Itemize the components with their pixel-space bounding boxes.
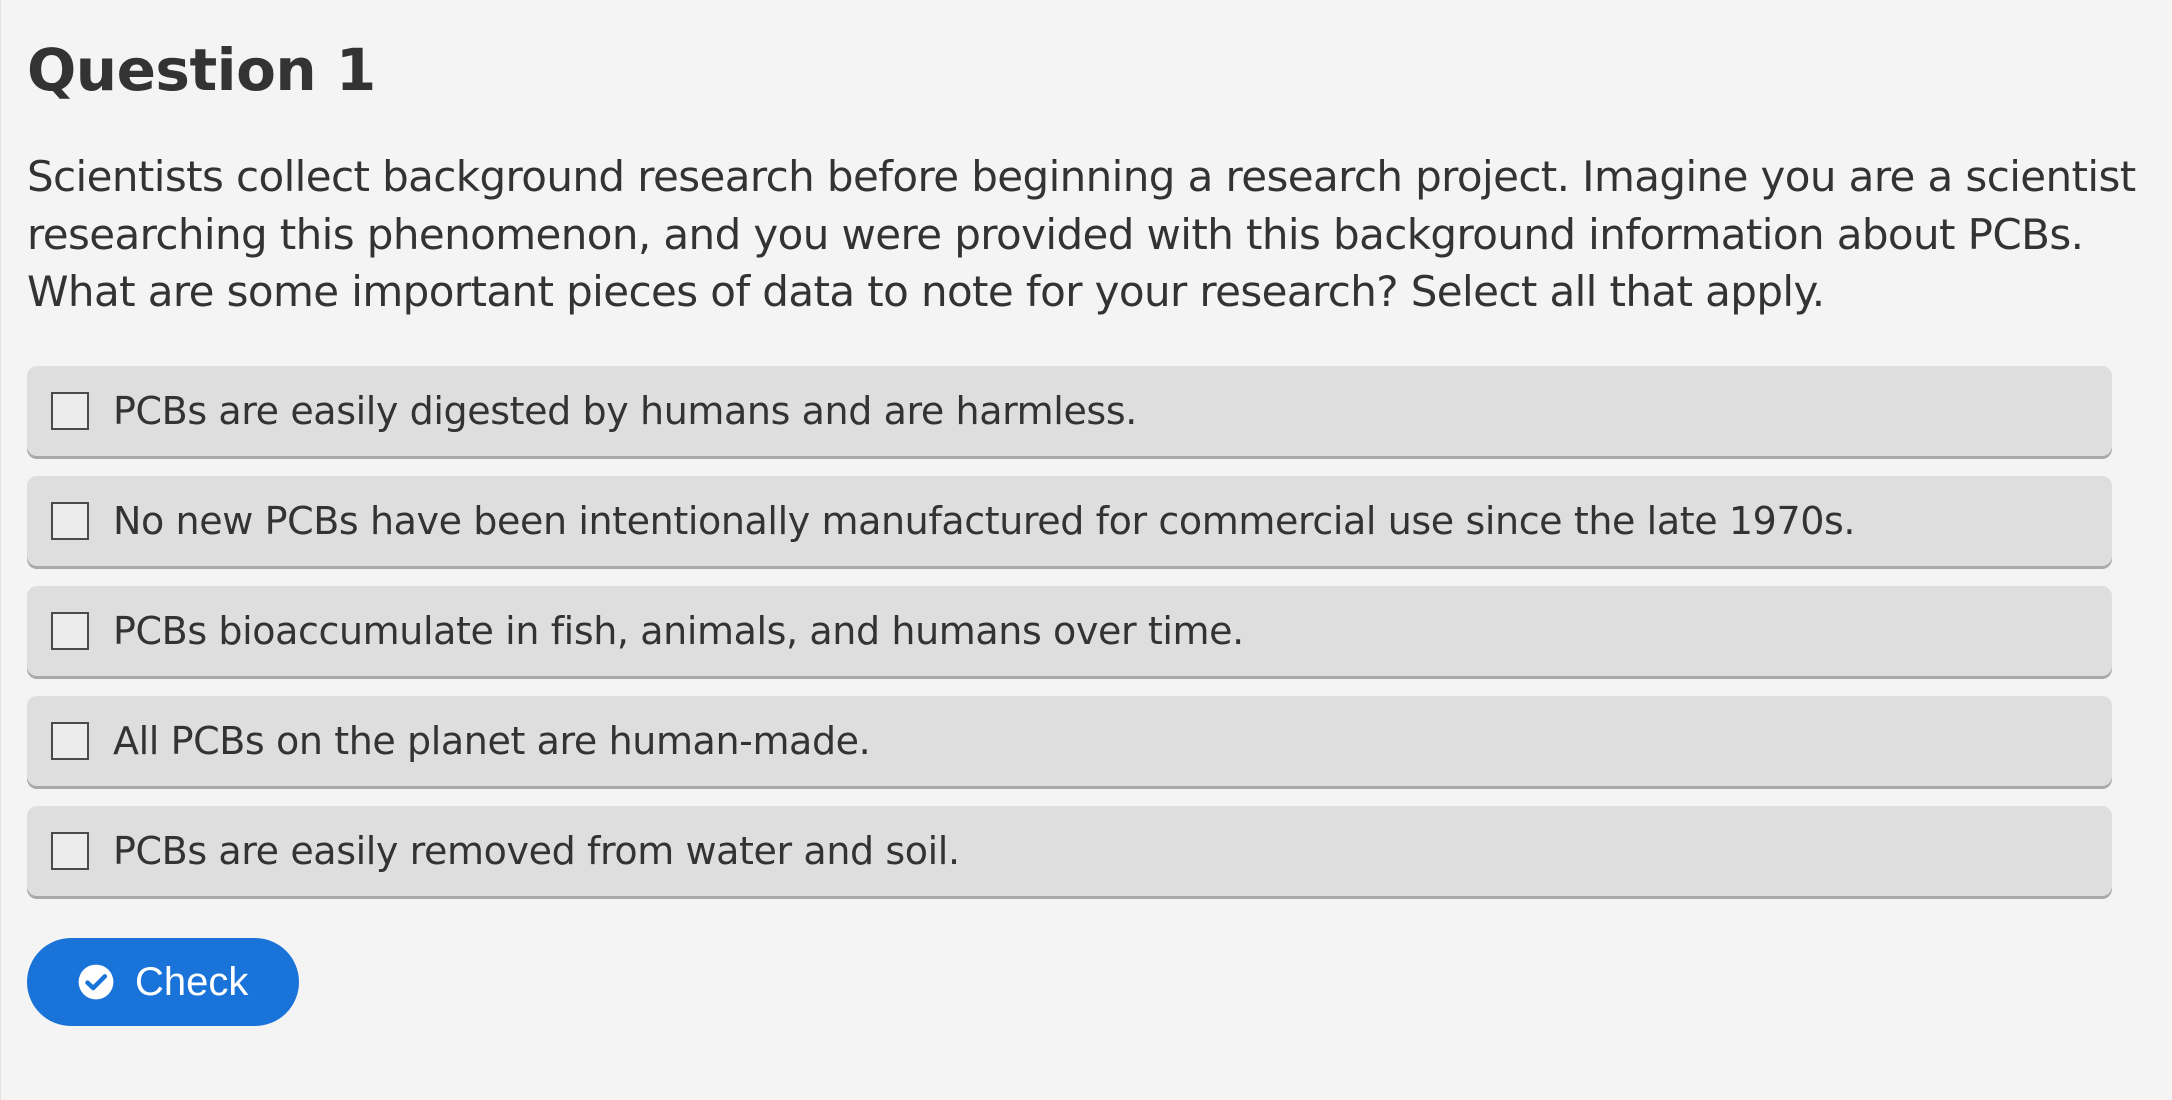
check-button-label: Check <box>135 960 249 1004</box>
question-prompt: Scientists collect background research b… <box>27 152 2136 316</box>
answer-option[interactable]: No new PCBs have been intentionally manu… <box>27 476 2112 566</box>
checkbox[interactable] <box>51 722 89 760</box>
answer-option-label: No new PCBs have been intentionally manu… <box>113 499 1856 543</box>
answer-option[interactable]: PCBs are easily removed from water and s… <box>27 806 2112 896</box>
check-button[interactable]: Check <box>27 938 299 1026</box>
answer-option-label: PCBs are easily digested by humans and a… <box>113 389 1137 433</box>
answer-option-label: PCBs bioaccumulate in fish, animals, and… <box>113 609 1244 653</box>
answer-option[interactable]: PCBs are easily digested by humans and a… <box>27 366 2112 456</box>
answer-option-label: All PCBs on the planet are human-made. <box>113 719 871 763</box>
checkbox[interactable] <box>51 502 89 540</box>
quiz-page: Question 1 Scientists collect background… <box>1 0 2172 1100</box>
answer-option[interactable]: PCBs bioaccumulate in fish, animals, and… <box>27 586 2112 676</box>
checkbox[interactable] <box>51 612 89 650</box>
answer-option[interactable]: All PCBs on the planet are human-made. <box>27 696 2112 786</box>
question-title: Question 1 <box>27 36 376 104</box>
checkbox[interactable] <box>51 832 89 870</box>
answer-option-label: PCBs are easily removed from water and s… <box>113 829 960 873</box>
check-circle-icon <box>78 964 114 1000</box>
answer-options: PCBs are easily digested by humans and a… <box>27 366 2112 916</box>
checkbox[interactable] <box>51 392 89 430</box>
